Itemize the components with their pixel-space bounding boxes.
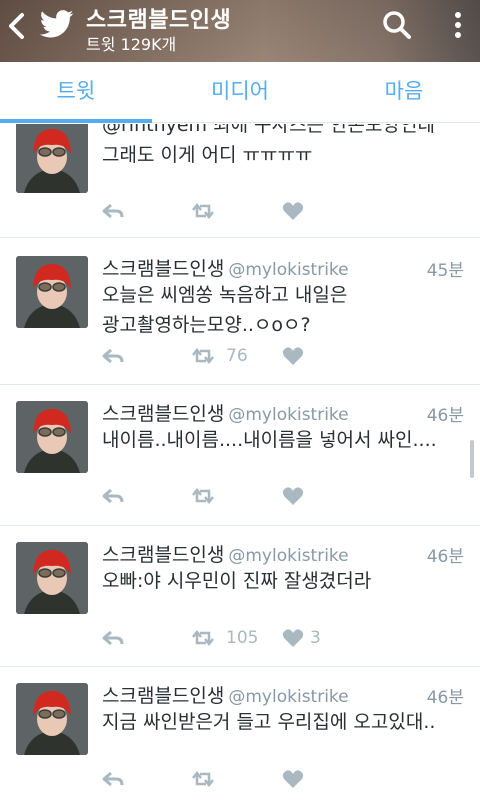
retweet-icon[interactable] <box>192 627 214 649</box>
tweet-count: 트윗 129K개 <box>86 35 177 54</box>
retweet-icon[interactable] <box>192 200 214 222</box>
author-handle: @mylokistrike <box>228 687 349 707</box>
retweet-icon[interactable] <box>192 768 214 790</box>
profile-header: 스크램블드인생 트윗 129K개 <box>0 0 480 62</box>
active-tab-indicator <box>0 119 152 123</box>
tweet-text: 오늘은 씨엠쏭 녹음하고 내일은 광고촬영하는모양..ㅇoㅇ? <box>102 280 462 340</box>
scrollbar[interactable] <box>470 440 474 478</box>
avatar[interactable] <box>16 401 88 473</box>
tweet-actions <box>102 200 462 224</box>
tweet-text-line: 내이름..내이름....내이름을 넣어서 싸인.... <box>102 429 437 451</box>
tweet-item[interactable]: @rinthyem 최애 구사즈는 안온모양인데 그래도 이게 어디 ㅠㅠㅠㅠ <box>0 124 480 238</box>
author-name: 스크램블드인생 <box>102 258 225 280</box>
heart-icon[interactable] <box>282 345 304 367</box>
author-name: 스크램블드인생 <box>102 544 225 566</box>
tab-tweets[interactable]: 트윗 <box>0 62 152 122</box>
author-handle: @mylokistrike <box>228 260 349 280</box>
tweet-author[interactable]: 스크램블드인생 @mylokistrike <box>102 540 349 567</box>
tweet-item[interactable]: 스크램블드인생 @mylokistrike 46분 내이름..내이름....내이름… <box>0 385 480 526</box>
search-icon[interactable] <box>382 10 412 40</box>
tweet-text-line: 광고촬영하는모양..ㅇoㅇ? <box>102 314 311 336</box>
tweet-author[interactable]: 스크램블드인생 @mylokistrike <box>102 681 349 708</box>
heart-icon[interactable] <box>282 627 304 649</box>
tweet-actions: 105 3 <box>102 627 462 651</box>
more-options-icon[interactable] <box>448 10 468 40</box>
tweet-actions <box>102 485 462 509</box>
reply-icon[interactable] <box>102 768 124 790</box>
retweet-count: 105 <box>226 628 259 648</box>
author-handle: @mylokistrike <box>228 405 349 425</box>
tweet-author[interactable]: 스크램블드인생 @mylokistrike <box>102 254 349 281</box>
author-name: 스크램블드인생 <box>102 685 225 707</box>
tweet-text-line: 지금 싸인받은거 들고 우리집에 오고있대.. <box>102 711 436 733</box>
reply-icon[interactable] <box>102 627 124 649</box>
tweet-time: 46분 <box>426 688 464 708</box>
avatar-image <box>16 542 88 614</box>
tweet-time: 46분 <box>426 406 464 426</box>
tweet-text: 오빠:야 시우민이 진짜 잘생겼더라 <box>102 566 462 596</box>
heart-icon[interactable] <box>282 485 304 507</box>
tab-likes[interactable]: 마음 <box>328 62 480 122</box>
avatar-image <box>16 683 88 755</box>
tweet-text: @rinthyem 최애 구사즈는 안온모양인데 그래도 이게 어디 ㅠㅠㅠㅠ <box>102 124 462 170</box>
avatar[interactable] <box>16 683 88 755</box>
back-arrow-icon[interactable] <box>6 12 28 40</box>
profile-tabs: 트윗 미디어 마음 <box>0 62 480 123</box>
author-handle: @mylokistrike <box>228 546 349 566</box>
twitter-bird-icon <box>40 10 74 38</box>
retweet-count: 76 <box>226 346 248 366</box>
retweet-icon[interactable] <box>192 345 214 367</box>
like-count: 3 <box>310 628 321 648</box>
avatar-image <box>16 124 88 193</box>
reply-icon[interactable] <box>102 200 124 222</box>
tweet-text: 지금 싸인받은거 들고 우리집에 오고있대.. <box>102 707 462 737</box>
avatar-image <box>16 256 88 328</box>
tweet-item[interactable]: 스크램블드인생 @mylokistrike 46분 오빠:야 시우민이 진짜 잘생… <box>0 526 480 667</box>
reply-icon[interactable] <box>102 345 124 367</box>
tweet-author[interactable]: 스크램블드인생 @mylokistrike <box>102 399 349 426</box>
reply-icon[interactable] <box>102 485 124 507</box>
heart-icon[interactable] <box>282 200 304 222</box>
tweet-text-line: 오빠:야 시우민이 진짜 잘생겼더라 <box>102 570 372 592</box>
heart-icon[interactable] <box>282 768 304 790</box>
page-title: 스크램블드인생 <box>86 8 232 33</box>
tweet-actions: 76 <box>102 345 462 369</box>
tweet-actions <box>102 768 462 792</box>
avatar[interactable] <box>16 256 88 328</box>
tweet-item[interactable]: 스크램블드인생 @mylokistrike 45분 오늘은 씨엠쏭 녹음하고 내일… <box>0 238 480 385</box>
tweet-time: 46분 <box>426 547 464 567</box>
tab-media[interactable]: 미디어 <box>152 62 328 122</box>
tweet-text-line: 그래도 이게 어디 ㅠㅠㅠㅠ <box>102 144 313 166</box>
tweet-text-line: @rinthyem 최애 구사즈는 안온모양인데 <box>102 124 435 136</box>
tweet-item[interactable]: 스크램블드인생 @mylokistrike 46분 지금 싸인받은거 들고 우리집… <box>0 667 480 806</box>
author-name: 스크램블드인생 <box>102 403 225 425</box>
retweet-icon[interactable] <box>192 485 214 507</box>
tweet-text-line: 오늘은 씨엠쏭 녹음하고 내일은 <box>102 284 348 306</box>
tweet-time: 45분 <box>426 261 464 281</box>
avatar[interactable] <box>16 542 88 614</box>
avatar-image <box>16 401 88 473</box>
tweet-feed[interactable]: @rinthyem 최애 구사즈는 안온모양인데 그래도 이게 어디 ㅠㅠㅠㅠ … <box>0 124 480 806</box>
avatar[interactable] <box>16 124 88 193</box>
tweet-text: 내이름..내이름....내이름을 넣어서 싸인.... <box>102 425 462 455</box>
